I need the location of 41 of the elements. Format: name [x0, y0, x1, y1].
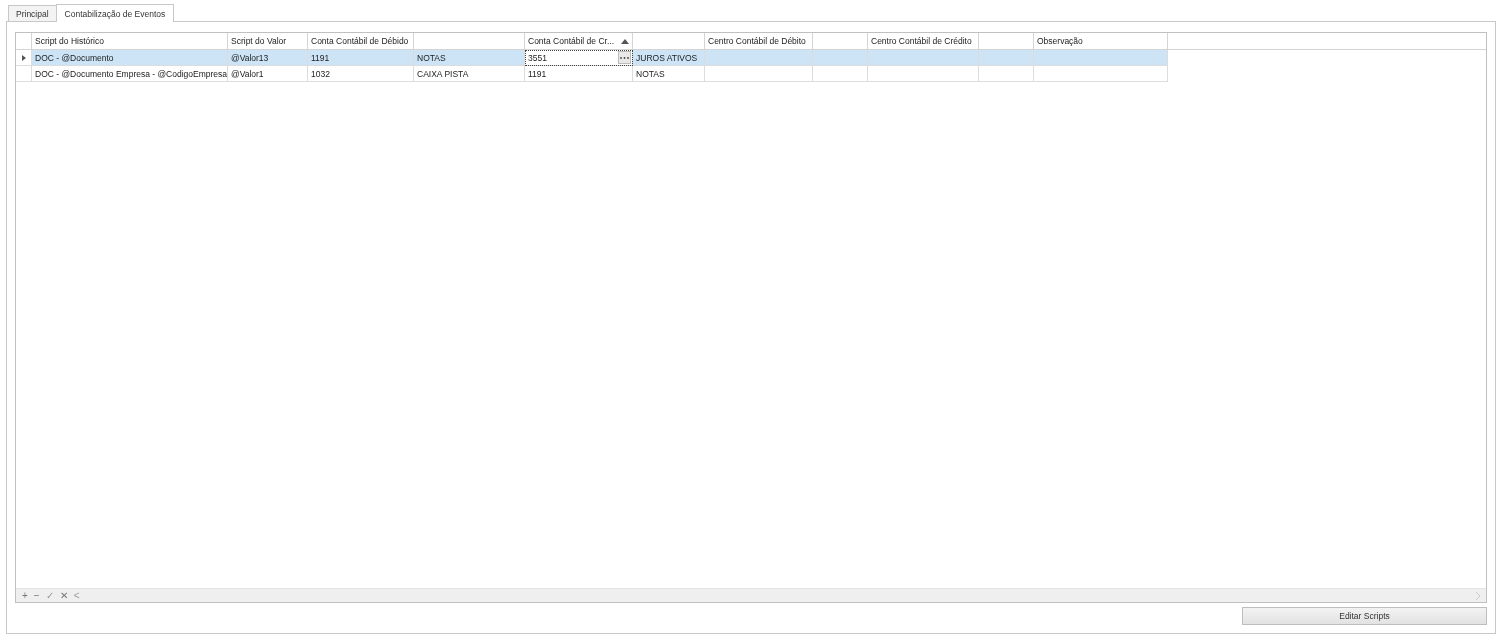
table-cell[interactable]: NOTAS [414, 50, 525, 66]
table-cell[interactable] [979, 66, 1034, 82]
navigator-button[interactable]: − [30, 589, 43, 602]
tab[interactable]: Principal [8, 5, 57, 21]
edit-scripts-button[interactable]: Editar Scripts [1242, 607, 1487, 625]
column-title: Observação [1037, 36, 1083, 46]
table-cell[interactable]: NOTAS [633, 66, 705, 82]
table-cell[interactable]: 1191 [308, 50, 414, 66]
table-row[interactable]: DOC - @Documento Empresa - @CodigoEmpresa @Valor1 1032 CAIXA PISTA 1191 NOTAS [16, 66, 1486, 82]
scroll-right-icon[interactable] [1476, 591, 1481, 600]
tab[interactable]: Contabilização de Eventos [55, 4, 175, 22]
column-title: Centro Contábil de Débito [708, 36, 806, 46]
table-cell[interactable] [705, 50, 813, 66]
table-cell[interactable]: 1191 [525, 66, 633, 82]
table-cell[interactable] [813, 66, 868, 82]
column-title: Centro Contábil de Crédito [871, 36, 972, 46]
table-cell[interactable] [813, 50, 868, 66]
table-cell[interactable]: 1032 [308, 66, 414, 82]
column-title: Conta Contábil de Débido [311, 36, 409, 46]
table-cell[interactable] [705, 66, 813, 82]
table-cell[interactable]: @Valor1 [228, 66, 308, 82]
column-title: Script do Valor [231, 36, 287, 46]
table-cell[interactable] [1034, 50, 1168, 66]
table-cell[interactable]: CAIXA PISTA [414, 66, 525, 82]
table-cell[interactable] [979, 50, 1034, 66]
column-title: Conta Contábil de Cr... [528, 36, 614, 46]
table-cell[interactable]: 3551 [525, 50, 633, 66]
table-cell[interactable] [1034, 66, 1168, 82]
column-title: Script do Histórico [35, 36, 104, 46]
navigator-button[interactable]: ✕ [56, 589, 71, 602]
table-cell[interactable] [868, 50, 979, 66]
table-row[interactable]: DOC - @Documento @Valor13 1191 NOTAS 3551 JUROS ATIVOS [16, 50, 1486, 66]
ellipsis-icon [620, 56, 629, 59]
row-indicator-icon [21, 54, 26, 61]
ellipsis-button[interactable] [618, 51, 631, 64]
table-cell[interactable]: DOC - @Documento [32, 50, 228, 66]
table-cell[interactable] [868, 66, 979, 82]
navigator-button[interactable]: + [19, 589, 31, 602]
table-cell[interactable]: DOC - @Documento Empresa - @CodigoEmpresa [32, 66, 228, 82]
table-cell[interactable]: JUROS ATIVOS [633, 50, 705, 66]
table-cell[interactable]: @Valor13 [228, 50, 308, 66]
